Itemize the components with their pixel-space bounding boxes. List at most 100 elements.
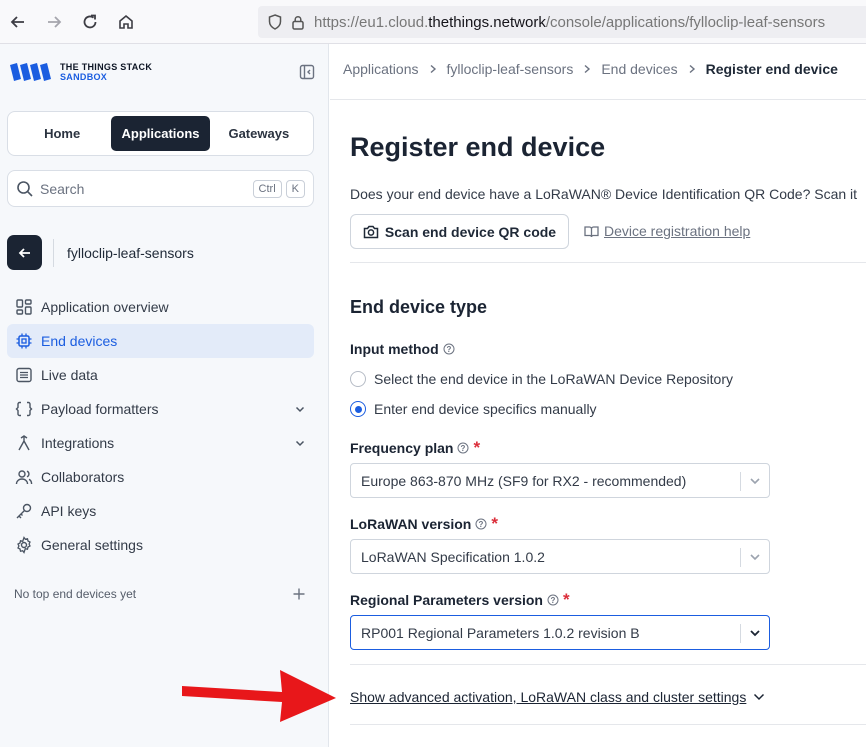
qr-question: Does your end device have a LoRaWAN® Dev… [350,186,858,202]
required-marker: * [562,590,570,609]
section-title: End device type [350,297,488,317]
shortcut-key-k: K [285,179,305,198]
chevron-down-icon[interactable] [294,437,306,449]
main-content: Applications fylloclip-leaf-sensors End … [330,44,866,747]
svg-text:?: ? [446,345,451,354]
scan-qr-label: Scan end device QR code [384,223,557,240]
reload-icon[interactable] [74,6,106,38]
tab-home[interactable]: Home [13,116,111,151]
chevron-right-icon [430,64,436,74]
lock-icon [292,15,304,30]
arrow-left-icon [18,247,30,258]
breadcrumb-end-devices[interactable]: End devices [601,61,677,77]
device-registration-help-link[interactable]: Device registration help [584,223,750,239]
chevron-right-icon [689,64,695,74]
lorawan-version-select[interactable]: LoRaWAN Specification 1.0.2 [350,539,770,574]
back-arrow-icon[interactable] [2,6,34,38]
sidebar-item-label: Live data [41,367,98,383]
frequency-plan-select[interactable]: Europe 863-870 MHz (SF9 for RX2 - recomm… [350,463,770,498]
users-icon [15,470,33,485]
search-input[interactable]: Search Ctrl K [7,170,314,207]
svg-text:?: ? [551,596,556,605]
camera-icon [363,225,379,239]
back-button[interactable] [7,235,42,270]
sidebar-item-label: General settings [41,537,143,553]
chevron-down-icon [754,693,765,701]
regional-params-value: RP001 Regional Parameters 1.0.2 revision… [361,624,640,641]
breadcrumb-applications[interactable]: Applications [343,61,419,77]
radio-manual-label: Enter end device specifics manually [374,401,597,417]
chevron-right-icon [584,64,591,74]
sidebar-item-collaborators[interactable]: Collaborators [7,460,314,494]
sidebar-item-live-data[interactable]: Live data [7,358,314,392]
sidebar-item-payload-formatters[interactable]: Payload formatters [7,392,314,426]
frequency-plan-value: Europe 863-870 MHz (SF9 for RX2 - recomm… [361,472,687,489]
lorawan-version-value: LoRaWAN Specification 1.0.2 [361,548,545,565]
chevron-down-icon [750,554,760,561]
regional-params-select[interactable]: RP001 Regional Parameters 1.0.2 revision… [350,615,770,650]
application-menu: Application overview End devices Live da… [7,290,314,562]
home-icon[interactable] [110,6,142,38]
plus-icon[interactable] [292,587,306,601]
list-icon [16,367,32,383]
tab-gateways[interactable]: Gateways [210,116,308,151]
search-placeholder: Search [40,180,85,197]
sidebar-item-application-overview[interactable]: Application overview [7,290,314,324]
chevron-down-icon [750,630,760,637]
application-header: fylloclip-leaf-sensors [7,235,194,270]
breadcrumb-current: Register end device [705,61,838,77]
tab-applications[interactable]: Applications [111,116,210,151]
logo-mark-icon [10,63,51,81]
sidebar-item-label: Application overview [41,299,169,315]
gear-icon [17,536,31,554]
advanced-settings-toggle[interactable]: Show advanced activation, LoRaWAN class … [350,689,766,705]
sidebar-item-end-devices[interactable]: End devices [7,324,314,358]
radio-manual-option[interactable]: Enter end device specifics manually [350,401,597,417]
url-prefix: https://eu1.cloud. [314,13,429,31]
key-icon [16,503,32,519]
annotation-arrow-icon [182,670,336,722]
url-bar[interactable]: https://eu1.cloud. thethings.network/cons… [258,6,866,38]
sidebar-item-label: Collaborators [41,469,125,485]
chip-icon [16,333,32,349]
sidebar-item-api-keys[interactable]: API keys [7,494,314,528]
no-top-devices-text: No top end devices yet [14,587,137,601]
chevron-down-icon[interactable] [294,403,306,415]
breadcrumb-application[interactable]: fylloclip-leaf-sensors [447,61,574,77]
help-icon[interactable]: ? [443,343,455,355]
sidebar-item-general-settings[interactable]: General settings [7,528,314,562]
page-title: Register end device [350,132,606,162]
overview-icon [16,299,32,315]
breadcrumb: Applications fylloclip-leaf-sensors End … [343,61,838,77]
forward-arrow-icon[interactable] [38,6,70,38]
required-marker: * [473,438,481,457]
logo[interactable]: THE THINGS STACK SANDBOX [8,61,152,83]
radio-button[interactable] [350,371,366,387]
main-nav-tabs: Home Applications Gateways [7,111,314,156]
help-icon[interactable]: ? [547,594,559,606]
browser-toolbar: https://eu1.cloud. thethings.network/cons… [0,0,866,44]
svg-text:?: ? [461,444,466,453]
help-link-label: Device registration help [604,223,751,239]
help-icon[interactable]: ? [475,518,487,530]
sidebar-item-label: API keys [41,503,97,519]
sidebar: THE THINGS STACK SANDBOX Home Applicatio… [0,44,329,747]
sidebar-item-integrations[interactable]: Integrations [7,426,314,460]
sidebar-collapse-icon[interactable] [298,63,316,86]
url-suffix: /console/applications/fylloclip-leaf-sen… [545,13,826,31]
shield-icon [268,14,282,30]
radio-repository-option[interactable]: Select the end device in the LoRaWAN Dev… [350,371,733,387]
input-method-label: Input method ? [350,341,455,357]
radio-repository-label: Select the end device in the LoRaWAN Dev… [374,371,733,387]
search-icon [16,180,34,198]
sidebar-item-label: Payload formatters [41,401,159,417]
top-end-devices-section: No top end devices yet [14,587,306,601]
code-icon [15,401,33,417]
help-icon[interactable]: ? [457,442,469,454]
sidebar-item-label: End devices [41,333,118,349]
scan-qr-button[interactable]: Scan end device QR code [350,214,569,249]
regional-params-label: Regional Parameters version ? * [350,590,570,609]
logo-title: THE THINGS STACK [60,62,153,72]
book-icon [584,225,599,237]
radio-button-selected[interactable] [350,401,366,417]
